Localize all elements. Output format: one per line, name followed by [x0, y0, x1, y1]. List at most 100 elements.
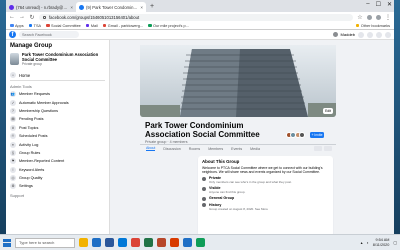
- about-row-title: General Group: [209, 196, 235, 200]
- taskbar-app-icon[interactable]: [92, 238, 101, 247]
- taskbar-app-icon[interactable]: [118, 238, 127, 247]
- taskbar-app-icon[interactable]: [157, 238, 166, 247]
- bookmark-mail[interactable]: Mail: [85, 24, 98, 28]
- taskbar-app-icon[interactable]: [131, 238, 140, 247]
- menu-icon[interactable]: ⋮: [385, 14, 391, 21]
- sidebar-item-group-rules[interactable]: § Group Rules: [10, 149, 105, 157]
- cover-building-image: [140, 45, 336, 117]
- bookmark-project[interactable]: Our mile project's p...: [148, 24, 189, 28]
- sidebar-item-membership-questions[interactable]: ? Membership Questions: [10, 107, 105, 115]
- group-thumbnail: [10, 53, 19, 65]
- user-name[interactable]: Maddeb: [341, 32, 355, 37]
- notifications-icon[interactable]: [376, 31, 382, 38]
- close-tab-icon[interactable]: ×: [140, 5, 143, 10]
- sidebar-group-card[interactable]: Park Tower Condominium Association Socia…: [10, 52, 105, 66]
- network-icon[interactable]: ▴: [361, 240, 363, 245]
- close-window-icon[interactable]: ✕: [387, 1, 392, 8]
- facebook-logo-icon[interactable]: f: [9, 31, 16, 38]
- sidebar-item-label: Home: [19, 72, 31, 78]
- tab-discussion[interactable]: Discussion: [163, 147, 180, 151]
- about-row-sub[interactable]: Group created on August 8, 2020. See Mor…: [209, 207, 268, 211]
- sidebar-item-label: Keyword Alerts: [19, 167, 45, 172]
- taskbar-clock[interactable]: 9:54 AM 8/11/2020: [373, 238, 390, 247]
- sidebar-item-label: Member-Reported Content: [19, 159, 65, 164]
- back-icon[interactable]: ←: [9, 14, 15, 20]
- star-icon[interactable]: ☆: [357, 14, 363, 21]
- bookmark-favicon-icon: [46, 23, 50, 28]
- invite-button[interactable]: + Invite: [310, 132, 324, 138]
- sidebar-item-icon: 👥: [10, 91, 16, 98]
- sidebar-item-icon: ≡: [10, 141, 16, 148]
- address-bar[interactable]: facebook.com/groups/1546051013156401/abo…: [39, 13, 353, 21]
- avatar[interactable]: [332, 32, 338, 37]
- profile-icon[interactable]: [376, 14, 381, 20]
- taskbar-app-icon[interactable]: [170, 238, 179, 247]
- forward-icon[interactable]: →: [19, 14, 25, 20]
- sidebar-item-post-topics[interactable]: # Post Topics: [10, 124, 105, 132]
- tab-members[interactable]: Members: [208, 147, 223, 151]
- tab-media[interactable]: Media: [250, 147, 260, 151]
- sidebar-item-pending-posts[interactable]: ▤ Pending Posts: [10, 115, 105, 123]
- sidebar-item-group-quality[interactable]: ◎ Group Quality: [10, 174, 105, 182]
- sidebar-item-settings[interactable]: ⚙ Settings: [10, 182, 105, 190]
- manage-group-sidebar: Manage Group Park Tower Condominium Asso…: [6, 40, 110, 234]
- desktop-wallpaper-right: [394, 0, 400, 234]
- browser-window: (764 unread) - n.rbrady@aol.co × (9) Par…: [6, 0, 394, 234]
- other-bookmarks[interactable]: Other bookmarks: [355, 23, 390, 28]
- browser-tab-mail[interactable]: (764 unread) - n.rbrady@aol.co ×: [6, 2, 76, 12]
- close-tab-icon[interactable]: ×: [70, 5, 73, 10]
- member-avatars[interactable]: [285, 132, 305, 138]
- about-row-sub: Anyone can find this group.: [209, 190, 246, 194]
- volume-icon[interactable]: ◖: [367, 241, 369, 245]
- taskbar-app-icon[interactable]: [196, 238, 205, 247]
- home-icon: ⌂: [10, 72, 16, 78]
- bookmark-tsa[interactable]: TSA: [28, 24, 41, 28]
- sidebar-item-automatic-member-approvals[interactable]: ✓ Automatic Member Approvals: [10, 98, 105, 106]
- edit-cover-button[interactable]: Edit: [323, 108, 333, 114]
- bookmark-apps[interactable]: Apps: [10, 24, 24, 28]
- system-tray: ▴ ◖ 9:54 AM 8/11/2020 ▢: [361, 238, 397, 247]
- browser-tab-facebook[interactable]: (9) Park Tower Condominium A ×: [76, 2, 146, 12]
- tab-rooms[interactable]: Rooms: [189, 147, 200, 151]
- taskbar-app-icon[interactable]: [105, 238, 114, 247]
- windows-taskbar: Type here to search ▴ ◖ 9:54 AM 8/11/202…: [0, 234, 400, 250]
- minimize-icon[interactable]: –: [366, 1, 369, 8]
- sidebar-item-activity-log[interactable]: ≡ Activity Log: [10, 140, 105, 148]
- sidebar-item-icon: ⚑: [10, 158, 16, 165]
- main-area: Manage Group Park Tower Condominium Asso…: [6, 40, 394, 234]
- sidebar-item-scheduled-posts[interactable]: ⏱ Scheduled Posts: [10, 132, 105, 140]
- sidebar-item-member-reported-content[interactable]: ⚑ Member-Reported Content: [10, 157, 105, 165]
- group-content: Edit Park Tower Condominium Association …: [110, 40, 394, 234]
- sidebar-item-icon: #: [10, 124, 16, 131]
- taskbar-app-icon[interactable]: [79, 238, 88, 247]
- group-title: Park Tower Condominium Association Socia…: [145, 121, 260, 139]
- folder-icon: [355, 23, 360, 28]
- notifications-icon[interactable]: ▢: [393, 240, 397, 245]
- messenger-icon[interactable]: [367, 31, 373, 38]
- search-group-icon[interactable]: [314, 146, 322, 151]
- extension-icon[interactable]: [367, 14, 372, 20]
- sidebar-item-home[interactable]: ⌂ Home: [10, 70, 105, 81]
- sidebar-item-label: Member Requests: [19, 92, 51, 97]
- account-menu-icon[interactable]: [385, 31, 391, 38]
- new-tab-button[interactable]: +: [146, 2, 158, 12]
- facebook-search-input[interactable]: Search Facebook: [19, 31, 79, 38]
- windows-start-icon[interactable]: [3, 238, 11, 247]
- tab-about[interactable]: About: [146, 146, 156, 151]
- taskbar-app-icon[interactable]: [144, 238, 153, 247]
- browser-toolbar: ← → ↻ facebook.com/groups/15460510131564…: [6, 12, 394, 22]
- clock-date: 8/11/2020: [372, 242, 390, 247]
- taskbar-app-icon[interactable]: [183, 238, 192, 247]
- tab-events[interactable]: Events: [231, 147, 242, 151]
- sidebar-item-keyword-alerts[interactable]: ! Keyword Alerts: [10, 166, 105, 174]
- create-icon[interactable]: [358, 31, 364, 38]
- maximize-icon[interactable]: ☐: [376, 1, 381, 8]
- taskbar-search-input[interactable]: Type here to search: [15, 237, 75, 248]
- about-title: About This Group: [202, 159, 240, 164]
- reload-icon[interactable]: ↻: [29, 14, 35, 21]
- more-options-icon[interactable]: [324, 146, 332, 151]
- sidebar-item-label: Activity Log: [19, 142, 39, 147]
- sidebar-item-member-requests[interactable]: 👥 Member Requests: [10, 90, 105, 98]
- bookmark-social-committee[interactable]: Social Committee: [46, 24, 81, 28]
- bookmark-gmail[interactable]: Gmail - parktowerg...: [102, 24, 143, 28]
